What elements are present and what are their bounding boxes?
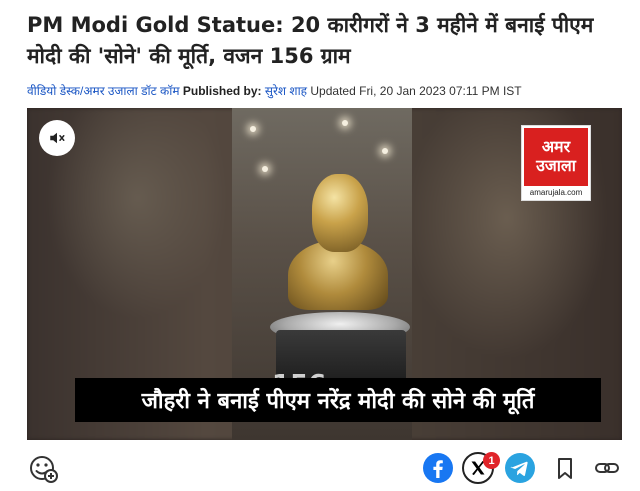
light — [250, 126, 256, 132]
channel-logo: अमर उजाला amarujala.com — [521, 125, 591, 201]
add-reaction-icon[interactable] — [27, 452, 59, 484]
facebook-icon[interactable] — [422, 452, 454, 484]
video-player[interactable]: 156 gm अमर उजाला amarujala.com जौहरी ने … — [27, 108, 622, 440]
logo-url: amarujala.com — [529, 188, 583, 197]
updated-label: Updated — [310, 84, 356, 98]
logo-line2: उजाला — [536, 156, 576, 175]
bookmark-icon[interactable] — [549, 452, 581, 484]
caption-text: जौहरी ने बनाई पीएम नरेंद्र मोदी की सोने … — [141, 389, 535, 414]
statue-head — [312, 174, 368, 252]
telegram-icon[interactable] — [504, 452, 536, 484]
article-headline: PM Modi Gold Statue: 20 कारीगरों ने 3 मह… — [27, 13, 594, 68]
light — [382, 148, 388, 154]
x-share-badge: 1 — [483, 452, 500, 469]
source-link[interactable]: वीडियो डेस्क/अमर उजाला डॉट कॉम — [27, 84, 180, 98]
mute-button[interactable] — [39, 120, 75, 156]
light — [262, 166, 268, 172]
light — [342, 120, 348, 126]
updated-time: Fri, 20 Jan 2023 07:11 PM IST — [359, 84, 522, 98]
logo-line1: अमर — [541, 137, 571, 156]
article-byline: वीडियो डेस्क/अमर उजाला डॉट कॉम Published… — [27, 82, 627, 99]
published-by-label: Published by: — [182, 84, 262, 98]
speaker-muted-icon — [50, 132, 65, 144]
share-bar — [27, 448, 622, 488]
video-caption: जौहरी ने बनाई पीएम नरेंद्र मोदी की सोने … — [75, 378, 601, 422]
author-link[interactable]: सुरेश शाह — [265, 84, 307, 98]
link-icon[interactable] — [591, 452, 623, 484]
